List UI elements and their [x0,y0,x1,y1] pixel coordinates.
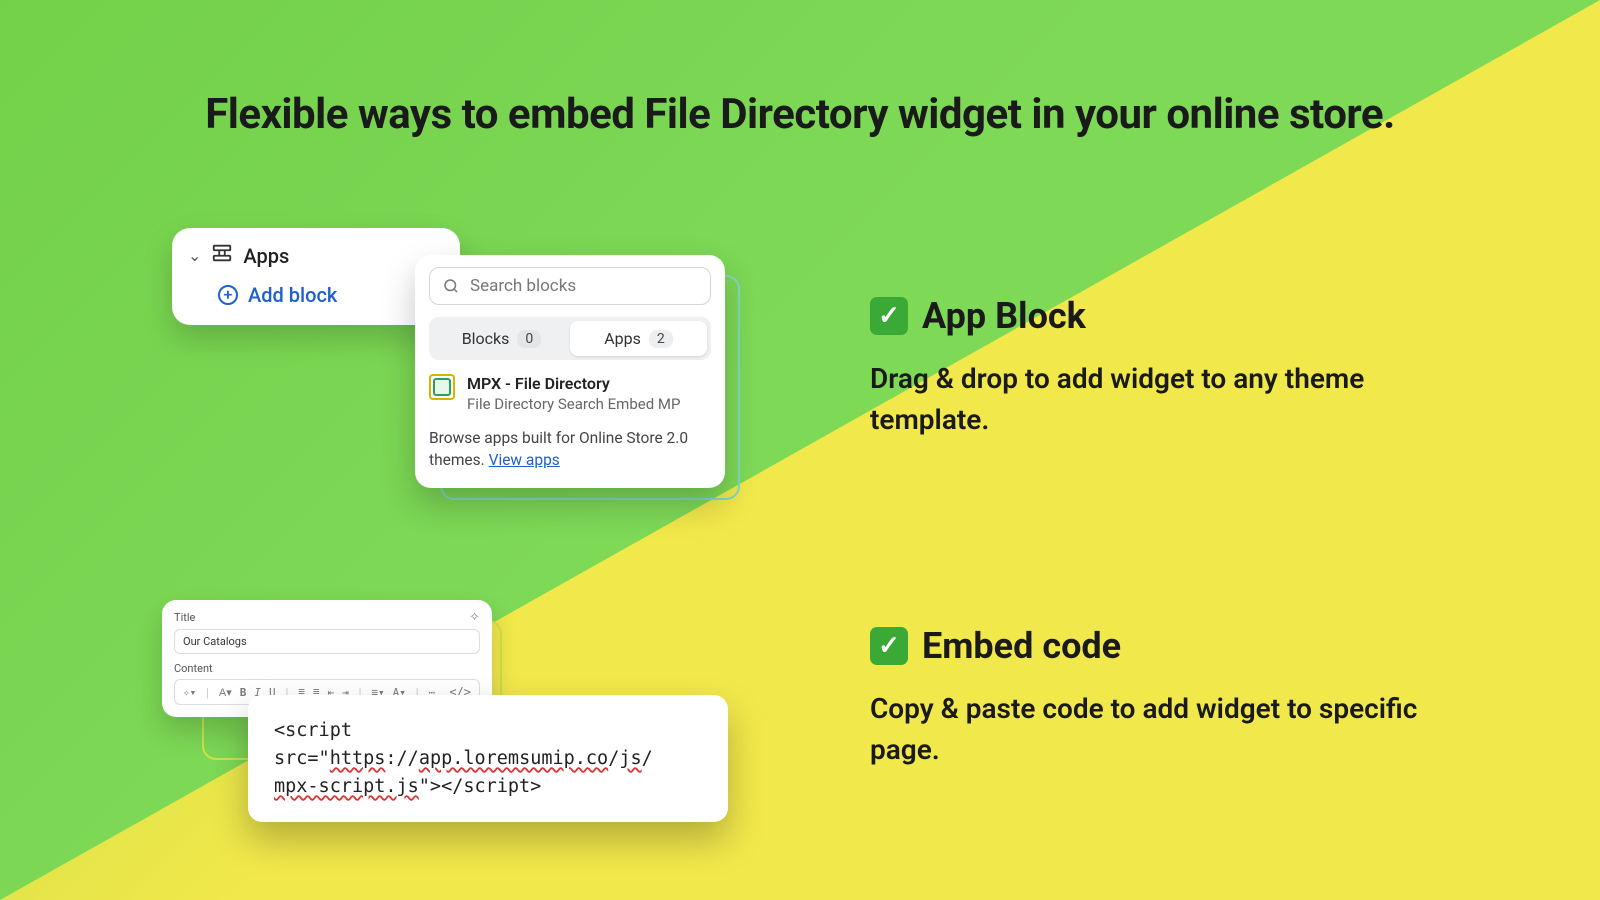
sections-icon [211,242,233,269]
ai-icon[interactable]: ✧ [469,610,480,625]
tab-blocks[interactable]: Blocks 0 [433,321,570,356]
popover-footer: Browse apps built for Online Store 2.0 t… [429,427,711,472]
tab-apps-count: 2 [649,330,673,348]
app-list-item[interactable]: MPX - File Directory File Directory Sear… [429,374,711,413]
content-label: Content [174,662,480,675]
apps-section-row[interactable]: ⌄ Apps [188,242,444,269]
font-color-icon[interactable]: A▾ [219,686,232,699]
plus-circle-icon: + [218,285,238,305]
feature-title: Embed code [922,625,1121,667]
check-icon: ✓ [870,297,908,335]
block-search-popover: Search blocks Blocks 0 Apps 2 MPX - File… [415,255,725,488]
feature-embed-code: ✓ Embed code Copy & paste code to add wi… [870,625,1450,770]
chevron-down-icon: ⌄ [188,246,201,265]
app-icon [429,374,455,400]
marketing-slide: Flexible ways to embed File Directory wi… [0,0,1600,900]
title-input[interactable]: Our Catalogs [174,629,480,654]
feature-desc: Drag & drop to add widget to any theme t… [870,359,1450,440]
tab-blocks-label: Blocks [462,329,510,348]
feature-title: App Block [922,295,1086,337]
apps-section-label: Apps [243,244,289,268]
tab-blocks-count: 0 [517,330,541,348]
check-icon: ✓ [870,627,908,665]
search-input[interactable]: Search blocks [429,267,711,305]
feature-desc: Copy & paste code to add widget to speci… [870,689,1450,770]
tab-apps-label: Apps [604,329,641,348]
app-item-subtitle: File Directory Search Embed MP [467,395,680,413]
snippet-line-1: <script src="https://app.loremsumip.co/j… [274,717,702,773]
add-block-label: Add block [248,283,337,307]
snippet-line-2: mpx-script.js"></script> [274,773,702,801]
feature-app-block: ✓ App Block Drag & drop to add widget to… [870,295,1450,440]
tab-apps[interactable]: Apps 2 [570,321,707,356]
title-label: Title [174,611,195,624]
embed-code-card: <script src="https://app.loremsumip.co/j… [248,695,728,822]
search-icon [442,277,460,295]
search-placeholder: Search blocks [470,276,576,296]
page-title: Flexible ways to embed File Directory wi… [0,90,1600,139]
app-item-title: MPX - File Directory [467,374,680,393]
add-block-button[interactable]: + Add block [188,283,444,307]
view-apps-link[interactable]: View apps [489,451,560,469]
bold-icon[interactable]: B [240,686,247,699]
paragraph-style-icon[interactable]: ✧▾ [183,686,196,699]
tab-group: Blocks 0 Apps 2 [429,317,711,360]
